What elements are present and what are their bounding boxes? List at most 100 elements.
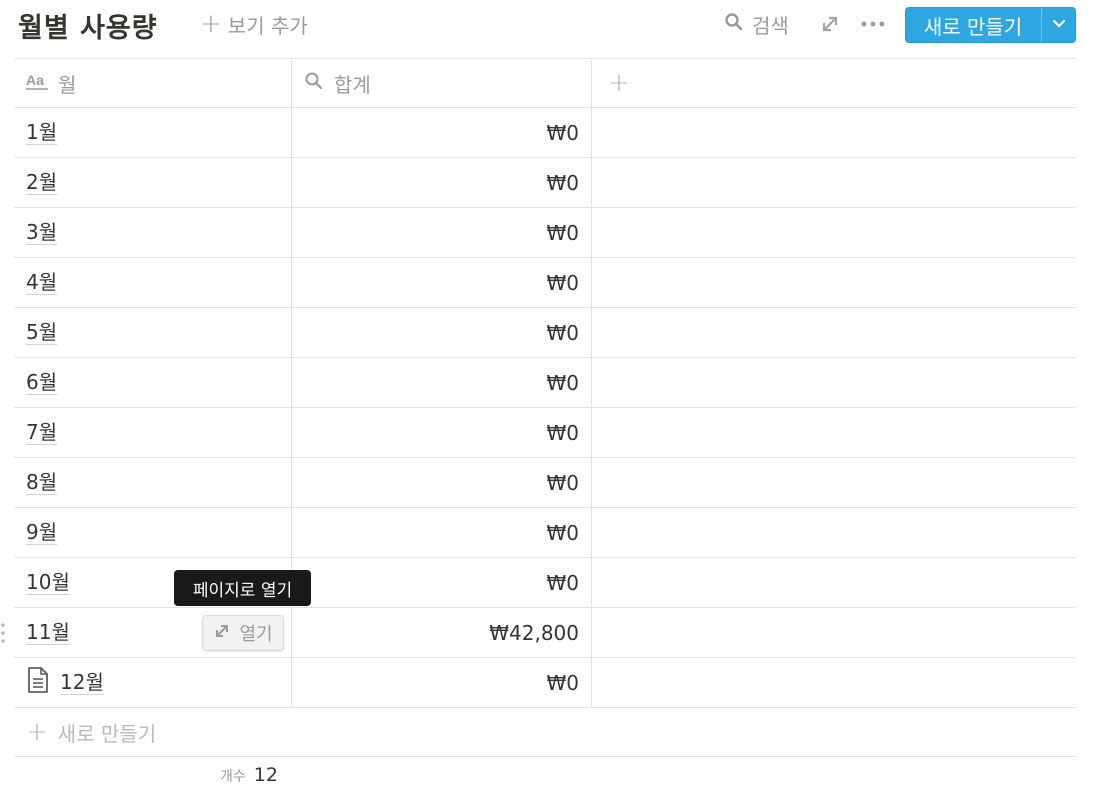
table-row[interactable]: 6월 ₩0: [14, 357, 1076, 407]
empty-cell: [592, 358, 1076, 407]
total-cell[interactable]: ₩0: [292, 408, 592, 457]
new-button-dropdown[interactable]: [1042, 7, 1076, 43]
column-header-total[interactable]: 합계: [292, 59, 592, 107]
name-cell[interactable]: 7월: [14, 408, 292, 457]
count-value: 12: [253, 764, 278, 786]
new-button-group: 새로 만들기: [905, 7, 1076, 43]
name-cell[interactable]: 6월: [14, 358, 292, 407]
empty-cell: [592, 308, 1076, 357]
total-cell[interactable]: ₩0: [292, 358, 592, 407]
table-row[interactable]: 1월 ₩0: [14, 107, 1076, 157]
open-page-tooltip: 페이지로 열기: [174, 570, 311, 606]
add-column-button[interactable]: +: [608, 59, 630, 107]
row-amount: ₩0: [546, 670, 580, 695]
row-name: 5월: [26, 319, 58, 345]
table-row[interactable]: 7월 ₩0: [14, 407, 1076, 457]
total-cell[interactable]: ₩42,800: [292, 608, 592, 657]
name-cell[interactable]: 2월: [14, 158, 292, 207]
new-row-button[interactable]: + 새로 만들기: [26, 708, 156, 756]
empty-cell: [592, 558, 1076, 607]
empty-cell: [592, 658, 1076, 707]
total-cell[interactable]: ₩0: [292, 108, 592, 157]
add-view-label: 보기 추가: [227, 13, 308, 38]
open-page-button[interactable]: 열기: [202, 615, 284, 651]
row-name: 3월: [26, 219, 58, 245]
column-label: 월: [58, 72, 77, 97]
svg-text:Aa: Aa: [26, 72, 44, 88]
row-name: 2월: [26, 169, 58, 195]
database-page: 월별 사용량 + 보기 추가 검색 새로 만들기 Aa 월 합계 + 1월 ₩0…: [0, 0, 1098, 805]
empty-cell: [592, 108, 1076, 157]
more-options-icon[interactable]: [858, 12, 888, 36]
name-cell[interactable]: 12월: [14, 658, 292, 707]
page-document-icon: [26, 667, 50, 698]
database-title[interactable]: 월별 사용량: [18, 6, 158, 45]
row-amount: ₩0: [546, 470, 580, 495]
table-row[interactable]: 5월 ₩0: [14, 307, 1076, 357]
name-cell[interactable]: 3월: [14, 208, 292, 257]
row-name: 4월: [26, 269, 58, 295]
total-cell[interactable]: ₩0: [292, 508, 592, 557]
row-amount: ₩0: [546, 270, 580, 295]
row-amount: ₩0: [546, 120, 580, 145]
database-table: Aa 월 합계 + 1월 ₩0 2월 ₩0 3월 ₩0 4월 ₩0 5월 ₩0 …: [1, 58, 1076, 757]
row-name: 8월: [26, 469, 58, 495]
total-cell[interactable]: ₩0: [292, 158, 592, 207]
empty-cell: [592, 158, 1076, 207]
column-label: 합계: [334, 72, 371, 97]
table-row[interactable]: 9월 ₩0: [14, 507, 1076, 557]
table-header-row: Aa 월 합계 +: [14, 58, 1076, 107]
expand-icon[interactable]: [818, 12, 842, 36]
name-cell[interactable]: 11월 페이지로 열기 열기: [14, 570, 311, 657]
total-cell[interactable]: ₩0: [292, 558, 592, 607]
empty-cell: [592, 458, 1076, 507]
search-button[interactable]: 검색: [724, 10, 789, 38]
empty-cell: [592, 608, 1076, 657]
table-row[interactable]: 2월 ₩0: [14, 157, 1076, 207]
drag-handle-icon[interactable]: [0, 621, 6, 645]
row-name: 6월: [26, 369, 58, 395]
new-row[interactable]: + 새로 만들기: [14, 707, 1076, 757]
expand-icon: [213, 622, 231, 645]
row-name: 10월: [26, 569, 70, 595]
total-cell[interactable]: ₩0: [292, 458, 592, 507]
total-cell[interactable]: ₩0: [292, 258, 592, 307]
open-label: 열기: [239, 624, 273, 645]
row-amount: ₩0: [546, 220, 580, 245]
row-name: 7월: [26, 419, 58, 445]
table-row[interactable]: 4월 ₩0: [14, 257, 1076, 307]
name-cell[interactable]: 9월: [14, 508, 292, 557]
total-cell[interactable]: ₩0: [292, 658, 592, 707]
name-cell[interactable]: 1월: [14, 108, 292, 157]
table-row[interactable]: 12월 ₩0: [14, 657, 1076, 707]
chevron-down-icon: [1051, 15, 1067, 35]
count-summary[interactable]: 개수 12: [220, 764, 278, 792]
row-name: 11월: [26, 619, 70, 645]
total-cell[interactable]: ₩0: [292, 308, 592, 357]
total-cell[interactable]: ₩0: [292, 208, 592, 257]
name-cell[interactable]: 8월: [14, 458, 292, 507]
table-row[interactable]: 3월 ₩0: [14, 207, 1076, 257]
database-header: 월별 사용량 + 보기 추가 검색 새로 만들기: [0, 0, 1098, 58]
text-type-icon: Aa: [26, 71, 48, 96]
row-amount: ₩0: [546, 170, 580, 195]
plus-icon: +: [200, 9, 222, 39]
new-button[interactable]: 새로 만들기: [905, 7, 1041, 43]
column-header-month[interactable]: Aa 월: [14, 59, 292, 107]
name-cell[interactable]: 4월: [14, 258, 292, 307]
row-amount: ₩0: [546, 520, 580, 545]
table-row[interactable]: 8월 ₩0: [14, 457, 1076, 507]
name-cell[interactable]: 5월: [14, 308, 292, 357]
empty-cell: [592, 508, 1076, 557]
row-amount: ₩0: [546, 420, 580, 445]
empty-cell: [592, 408, 1076, 457]
row-amount: ₩0: [546, 370, 580, 395]
new-row-label: 새로 만들기: [57, 721, 157, 746]
row-name: 12월: [60, 669, 104, 695]
row-name: 1월: [26, 119, 58, 145]
table-row[interactable]: 11월 페이지로 열기 열기 ₩42,800: [1, 570, 1076, 657]
add-view-button[interactable]: + 보기 추가: [200, 10, 308, 38]
empty-cell: [592, 258, 1076, 307]
row-amount: ₩0: [546, 320, 580, 345]
search-icon: [724, 12, 744, 37]
